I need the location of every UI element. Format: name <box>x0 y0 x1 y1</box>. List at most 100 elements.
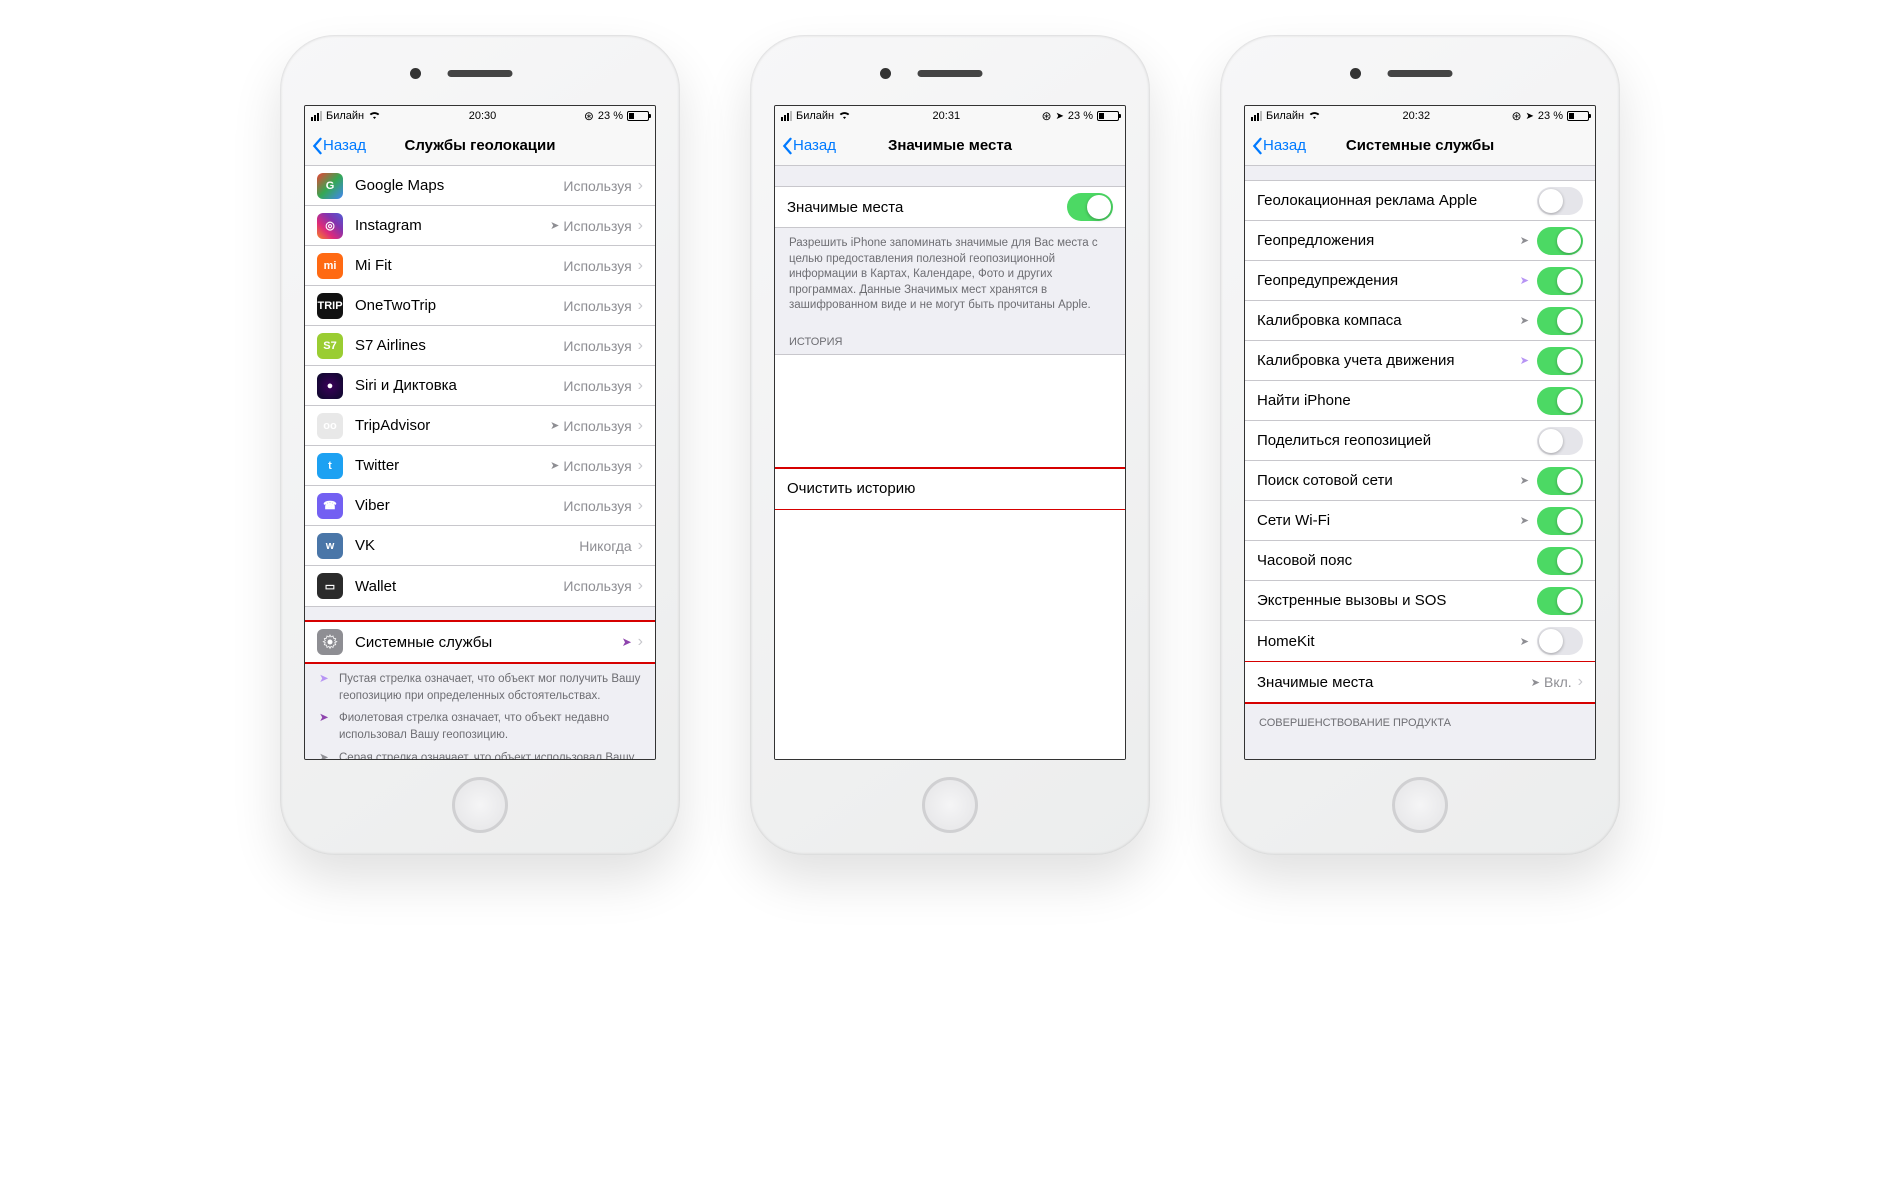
service-row[interactable]: Поиск сотовой сети➤ <box>1245 461 1595 501</box>
row-label: Значимые места <box>1257 674 1531 691</box>
clear-history-button[interactable]: Очистить историю <box>775 469 1125 509</box>
service-row[interactable]: Найти iPhone <box>1245 381 1595 421</box>
service-row[interactable]: Поделиться геопозицией <box>1245 421 1595 461</box>
app-name: Google Maps <box>355 177 563 194</box>
app-name: OneTwoTrip <box>355 297 563 314</box>
app-list-group: GGoogle MapsИспользуя›◎Instagram➤Использ… <box>305 166 655 607</box>
chevron-right-icon: › <box>1578 674 1583 690</box>
row-label: Очистить историю <box>787 480 1113 497</box>
toggle-switch[interactable] <box>1537 267 1583 295</box>
location-arrow-icon: ➤ <box>1520 314 1529 327</box>
app-permission-value: Используя <box>563 178 631 194</box>
app-icon: mi <box>317 253 343 279</box>
app-permission-value: Используя <box>563 378 631 394</box>
app-icon: oo <box>317 413 343 439</box>
description-text: Разрешить iPhone запоминать значимые для… <box>775 228 1125 322</box>
app-row[interactable]: TRIPOneTwoTripИспользуя› <box>305 286 655 326</box>
app-row[interactable]: miMi FitИспользуя› <box>305 246 655 286</box>
battery-percent: 23 % <box>1068 110 1093 122</box>
chevron-right-icon: › <box>638 178 643 194</box>
service-row[interactable]: Геолокационная реклама Apple <box>1245 181 1595 221</box>
toggle-switch[interactable] <box>1537 587 1583 615</box>
screen-significant-locations: Билайн 20:31 ⊛ ➤ 23 % Назад Значимые мес… <box>774 105 1126 760</box>
app-row[interactable]: ▭WalletИспользуя› <box>305 566 655 606</box>
gear-icon <box>317 629 343 655</box>
nav-back-button[interactable]: Назад <box>311 137 366 155</box>
row-value: ➤ Вкл. <box>1531 674 1572 690</box>
content-scroll[interactable]: GGoogle MapsИспользуя›◎Instagram➤Использ… <box>305 166 655 759</box>
app-row[interactable]: tTwitter➤Используя› <box>305 446 655 486</box>
service-name: Геопредложения <box>1257 232 1520 249</box>
service-row[interactable]: Сети Wi-Fi➤ <box>1245 501 1595 541</box>
app-row[interactable]: G Google MapsИспользуя › <box>305 166 655 206</box>
toggle-switch[interactable] <box>1537 547 1583 575</box>
service-row[interactable]: Геопредложения➤ <box>1245 221 1595 261</box>
app-row[interactable]: ◎Instagram➤Используя› <box>305 206 655 246</box>
service-row[interactable]: HomeKit➤ <box>1245 621 1595 661</box>
chevron-left-icon <box>1251 137 1263 155</box>
toggle-switch[interactable] <box>1537 387 1583 415</box>
signal-bars-icon <box>1251 111 1262 121</box>
toggle-switch[interactable] <box>1537 347 1583 375</box>
system-services-row-group: Системные службы ➤ › <box>305 621 655 663</box>
toggle-switch[interactable] <box>1537 467 1583 495</box>
app-icon: G <box>317 173 343 199</box>
battery-icon <box>627 111 649 121</box>
home-button[interactable] <box>452 777 508 833</box>
chevron-right-icon: › <box>638 418 643 434</box>
service-name: Экстренные вызовы и SOS <box>1257 592 1537 609</box>
toggle-switch[interactable] <box>1537 307 1583 335</box>
app-icon: ● <box>317 373 343 399</box>
toggle-switch[interactable] <box>1537 227 1583 255</box>
legend-text: Фиолетовая стрелка означает, что объект … <box>339 710 641 743</box>
service-row[interactable]: Калибровка компаса➤ <box>1245 301 1595 341</box>
nav-title: Значимые места <box>888 137 1012 154</box>
row-significant-locations-link[interactable]: Значимые места ➤ Вкл. › <box>1245 662 1595 702</box>
toggle-switch[interactable] <box>1067 193 1113 221</box>
service-row[interactable]: Часовой пояс <box>1245 541 1595 581</box>
service-row[interactable]: Экстренные вызовы и SOS <box>1245 581 1595 621</box>
app-row[interactable]: ☎ViberИспользуя› <box>305 486 655 526</box>
nav-bar: Назад Службы геолокации <box>305 126 655 166</box>
service-name: Калибровка компаса <box>1257 312 1520 329</box>
battery-percent: 23 % <box>598 110 623 122</box>
legend-text: Пустая стрелка означает, что объект мог … <box>339 671 641 704</box>
toggle-switch[interactable] <box>1537 427 1583 455</box>
status-time: 20:32 <box>1403 110 1431 122</box>
content-scroll[interactable]: Значимые места Разрешить iPhone запомина… <box>775 166 1125 759</box>
chevron-right-icon: › <box>638 578 643 594</box>
app-icon: t <box>317 453 343 479</box>
phone-speaker <box>918 70 983 77</box>
compass-icon: ⊛ <box>1511 109 1521 123</box>
app-name: Instagram <box>355 217 550 234</box>
wifi-icon <box>368 110 381 123</box>
row-label: Значимые места <box>787 199 1067 216</box>
app-name: S7 Airlines <box>355 337 563 354</box>
status-time: 20:31 <box>933 110 961 122</box>
service-row[interactable]: Калибровка учета движения➤ <box>1245 341 1595 381</box>
row-system-services[interactable]: Системные службы ➤ › <box>305 622 655 662</box>
toggle-switch[interactable] <box>1537 627 1583 655</box>
legend-item: ➤Серая стрелка означает, что объект испо… <box>319 750 641 759</box>
clear-history-group: Очистить историю <box>775 468 1125 510</box>
app-row[interactable]: S7S7 AirlinesИспользуя› <box>305 326 655 366</box>
service-name: Поиск сотовой сети <box>1257 472 1520 489</box>
app-row[interactable]: ●Siri и ДиктовкаИспользуя› <box>305 366 655 406</box>
service-row[interactable]: Геопредупреждения➤ <box>1245 261 1595 301</box>
toggle-switch[interactable] <box>1537 507 1583 535</box>
row-significant-locations-toggle[interactable]: Значимые места <box>775 187 1125 227</box>
app-row[interactable]: wVKНикогда› <box>305 526 655 566</box>
section-header-history: ИСТОРИЯ <box>775 322 1125 354</box>
content-scroll[interactable]: Геолокационная реклама AppleГеопредложен… <box>1245 166 1595 759</box>
nav-back-button[interactable]: Назад <box>1251 137 1306 155</box>
location-arrow-icon: ➤ <box>1520 514 1529 527</box>
service-name: Сети Wi-Fi <box>1257 512 1520 529</box>
nav-back-button[interactable]: Назад <box>781 137 836 155</box>
home-button[interactable] <box>922 777 978 833</box>
battery-percent: 23 % <box>1538 110 1563 122</box>
location-arrow-icon: ➤ <box>1520 474 1529 487</box>
home-button[interactable] <box>1392 777 1448 833</box>
toggle-switch[interactable] <box>1537 187 1583 215</box>
app-row[interactable]: ooTripAdvisor➤Используя› <box>305 406 655 446</box>
chevron-right-icon: › <box>638 258 643 274</box>
